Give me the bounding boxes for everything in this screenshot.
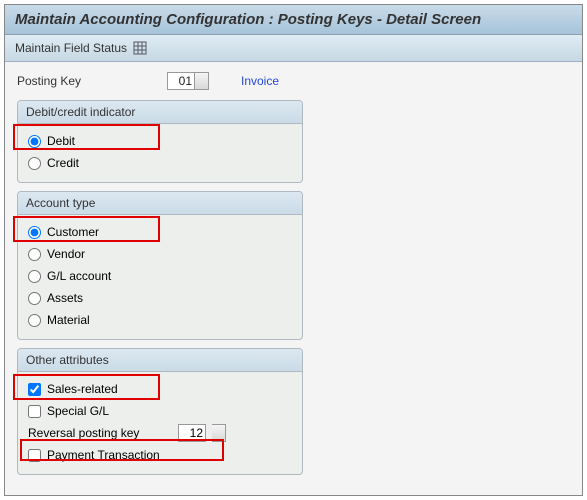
gl-account-radio[interactable] — [28, 270, 41, 283]
customer-radio[interactable] — [28, 226, 41, 239]
posting-key-row: Posting Key Invoice — [11, 72, 576, 90]
customer-label: Customer — [47, 225, 99, 239]
assets-label: Assets — [47, 291, 83, 305]
sales-related-label: Sales-related — [47, 382, 118, 396]
posting-key-search-help[interactable] — [195, 72, 209, 90]
vendor-label: Vendor — [47, 247, 85, 261]
reversal-posting-key-label: Reversal posting key — [28, 426, 172, 440]
account-type-group: Account type Customer Vendor G/L account… — [17, 191, 303, 340]
reversal-posting-key-input[interactable] — [178, 424, 206, 442]
material-label: Material — [47, 313, 90, 327]
posting-key-label: Posting Key — [17, 74, 167, 88]
field-status-icon[interactable] — [133, 41, 147, 55]
debit-credit-group: Debit/credit indicator Debit Credit — [17, 100, 303, 183]
other-attributes-title: Other attributes — [18, 349, 302, 372]
account-type-title: Account type — [18, 192, 302, 215]
payment-transaction-label: Payment Transaction — [47, 448, 160, 462]
gl-account-label: G/L account — [47, 269, 111, 283]
material-radio[interactable] — [28, 314, 41, 327]
maintain-field-status-button[interactable]: Maintain Field Status — [15, 41, 127, 55]
debit-credit-title: Debit/credit indicator — [18, 101, 302, 124]
reversal-posting-key-search-help[interactable] — [212, 424, 226, 442]
vendor-radio[interactable] — [28, 248, 41, 261]
payment-transaction-checkbox[interactable] — [28, 449, 41, 462]
credit-label: Credit — [47, 156, 79, 170]
special-gl-checkbox[interactable] — [28, 405, 41, 418]
debit-label: Debit — [47, 134, 75, 148]
debit-radio[interactable] — [28, 135, 41, 148]
posting-key-description: Invoice — [241, 74, 279, 88]
window-title: Maintain Accounting Configuration : Post… — [5, 5, 582, 35]
other-attributes-group: Other attributes Sales-related Special G… — [17, 348, 303, 475]
sales-related-checkbox[interactable] — [28, 383, 41, 396]
special-gl-label: Special G/L — [47, 404, 109, 418]
assets-radio[interactable] — [28, 292, 41, 305]
credit-radio[interactable] — [28, 157, 41, 170]
toolbar: Maintain Field Status — [5, 35, 582, 62]
posting-key-input[interactable] — [167, 72, 195, 90]
